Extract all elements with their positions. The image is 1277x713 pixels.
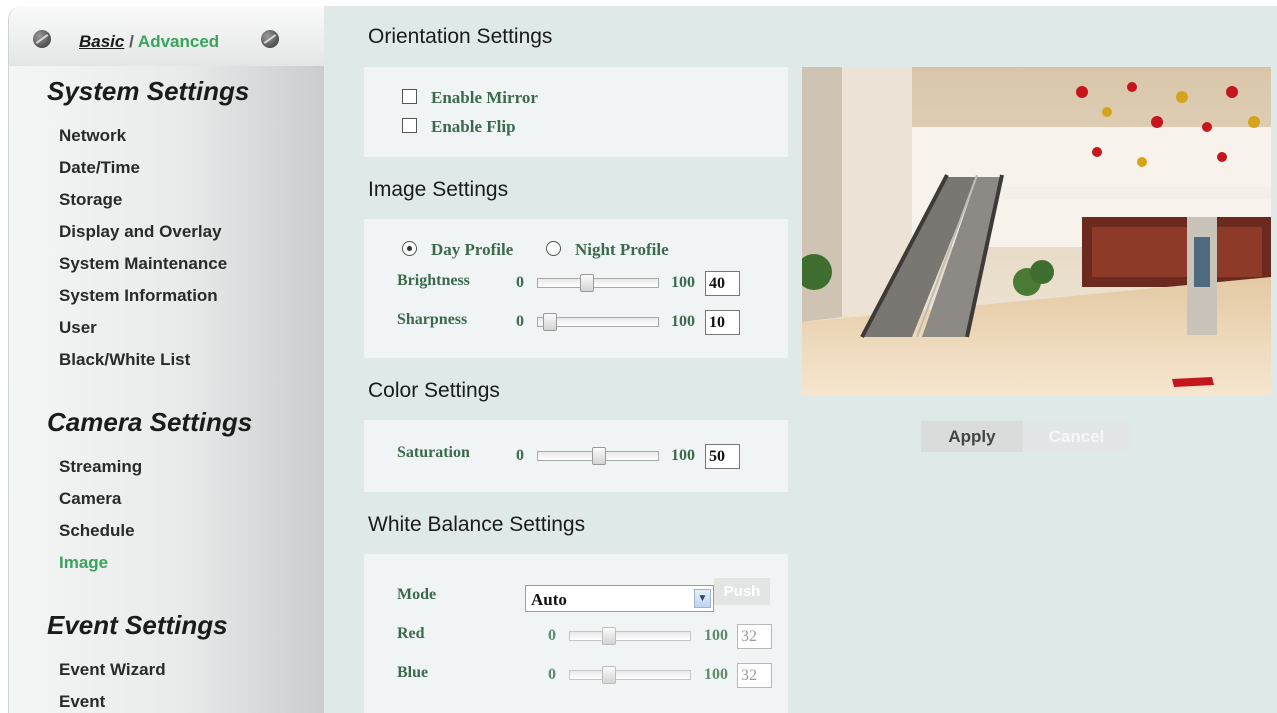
- mode-separator: /: [124, 32, 138, 51]
- push-button: Push: [714, 578, 770, 605]
- night-profile-label: Night Profile: [575, 240, 669, 259]
- sidebar-item-schedule[interactable]: Schedule: [59, 521, 135, 541]
- wb-mode-label: Mode: [397, 586, 437, 603]
- blue-slider: [569, 666, 691, 684]
- sidebar-item-camera[interactable]: Camera: [59, 489, 121, 509]
- sidebar-item-streaming[interactable]: Streaming: [59, 457, 142, 477]
- sharpness-max: 100: [671, 313, 695, 330]
- enable-flip-checkbox[interactable]: [402, 118, 417, 133]
- sidebar-item-user[interactable]: User: [59, 318, 97, 338]
- sidebar: Basic / Advanced System Settings Network…: [8, 6, 325, 713]
- blue-value-input: 32: [737, 663, 772, 688]
- sidebar-item-storage[interactable]: Storage: [59, 190, 122, 210]
- brightness-min: 0: [516, 274, 524, 291]
- blue-label: Blue: [397, 664, 429, 681]
- red-max: 100: [704, 627, 728, 644]
- brightness-slider[interactable]: [537, 274, 659, 292]
- saturation-min: 0: [516, 447, 524, 464]
- red-value-input: 32: [737, 624, 772, 649]
- chevron-down-icon[interactable]: ▼: [694, 589, 711, 608]
- saturation-label: Saturation: [397, 444, 470, 461]
- mode-switch-bar: Basic / Advanced: [9, 6, 325, 66]
- image-settings-panel: Day Profile Night Profile Brightness 0 1…: [364, 219, 788, 358]
- red-slider-thumb: [602, 627, 616, 645]
- screw-icon: [33, 30, 51, 48]
- enable-flip-label: Enable Flip: [431, 117, 516, 136]
- red-slider: [569, 627, 691, 645]
- orientation-settings-heading: Orientation Settings: [368, 25, 553, 48]
- enable-mirror-label: Enable Mirror: [431, 88, 538, 107]
- image-settings-heading: Image Settings: [368, 178, 509, 201]
- mode-switch: Basic / Advanced: [79, 32, 219, 52]
- brightness-label: Brightness: [397, 272, 470, 289]
- brightness-max: 100: [671, 274, 695, 291]
- color-settings-panel: Saturation 0 100 50: [364, 420, 788, 492]
- apply-button[interactable]: Apply: [921, 421, 1023, 452]
- day-profile-label: Day Profile: [431, 240, 514, 259]
- main-content: Orientation Settings Enable Mirror Enabl…: [324, 6, 1277, 713]
- white-balance-panel: Mode Auto ▼ Push Red 0 100 32 Blue 0 100…: [364, 554, 788, 713]
- color-settings-heading: Color Settings: [368, 379, 500, 402]
- wb-mode-value: Auto: [531, 590, 567, 609]
- sidebar-item-network[interactable]: Network: [59, 126, 126, 146]
- day-profile-radio[interactable]: [402, 241, 417, 256]
- brightness-value-input[interactable]: 40: [705, 271, 740, 296]
- cancel-button: Cancel: [1023, 421, 1130, 452]
- camera-preview-scene: [802, 67, 1271, 396]
- red-label: Red: [397, 625, 425, 642]
- wb-mode-select[interactable]: Auto ▼: [525, 585, 714, 612]
- blue-min: 0: [548, 666, 556, 683]
- sidebar-item-system-information[interactable]: System Information: [59, 286, 218, 306]
- sharpness-slider[interactable]: [537, 313, 659, 331]
- white-balance-heading: White Balance Settings: [368, 513, 586, 536]
- screw-icon: [261, 30, 279, 48]
- sidebar-item-image[interactable]: Image: [59, 553, 108, 573]
- basic-mode-link[interactable]: Basic: [79, 32, 124, 51]
- system-settings-title: System Settings: [47, 76, 250, 106]
- saturation-slider-thumb[interactable]: [592, 447, 606, 465]
- red-min: 0: [548, 627, 556, 644]
- sidebar-item-black-white-list[interactable]: Black/White List: [59, 350, 190, 370]
- saturation-max: 100: [671, 447, 695, 464]
- camera-settings-title: Camera Settings: [47, 407, 253, 437]
- sharpness-slider-thumb[interactable]: [543, 313, 557, 331]
- orientation-panel: Enable Mirror Enable Flip: [364, 67, 788, 157]
- advanced-mode-link[interactable]: Advanced: [138, 32, 219, 51]
- blue-slider-thumb: [602, 666, 616, 684]
- night-profile-radio[interactable]: [546, 241, 561, 256]
- sidebar-item-date-time[interactable]: Date/Time: [59, 158, 140, 178]
- enable-mirror-checkbox[interactable]: [402, 89, 417, 104]
- saturation-slider[interactable]: [537, 447, 659, 465]
- sidebar-item-display-overlay[interactable]: Display and Overlay: [59, 222, 222, 242]
- sidebar-item-system-maintenance[interactable]: System Maintenance: [59, 254, 227, 274]
- sidebar-item-event[interactable]: Event: [59, 692, 105, 712]
- brightness-slider-thumb[interactable]: [580, 274, 594, 292]
- sharpness-label: Sharpness: [397, 311, 468, 328]
- camera-preview-image: [802, 67, 1271, 396]
- saturation-value-input[interactable]: 50: [705, 444, 740, 469]
- event-settings-title: Event Settings: [47, 610, 228, 640]
- sidebar-item-event-wizard[interactable]: Event Wizard: [59, 660, 166, 680]
- blue-max: 100: [704, 666, 728, 683]
- sharpness-value-input[interactable]: 10: [705, 310, 740, 335]
- sharpness-min: 0: [516, 313, 524, 330]
